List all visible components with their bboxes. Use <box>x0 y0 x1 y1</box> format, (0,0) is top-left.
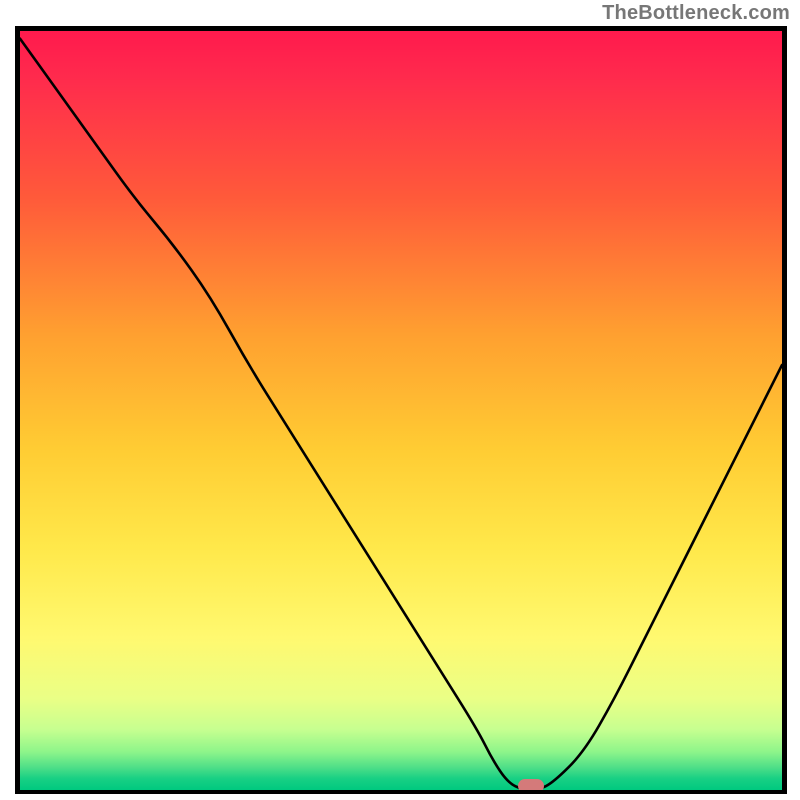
chart-container: TheBottleneck.com <box>0 0 800 800</box>
watermark-label: TheBottleneck.com <box>602 2 790 25</box>
bottleneck-curve <box>20 31 782 790</box>
plot-area <box>15 26 787 794</box>
optimal-point-marker <box>518 779 544 793</box>
